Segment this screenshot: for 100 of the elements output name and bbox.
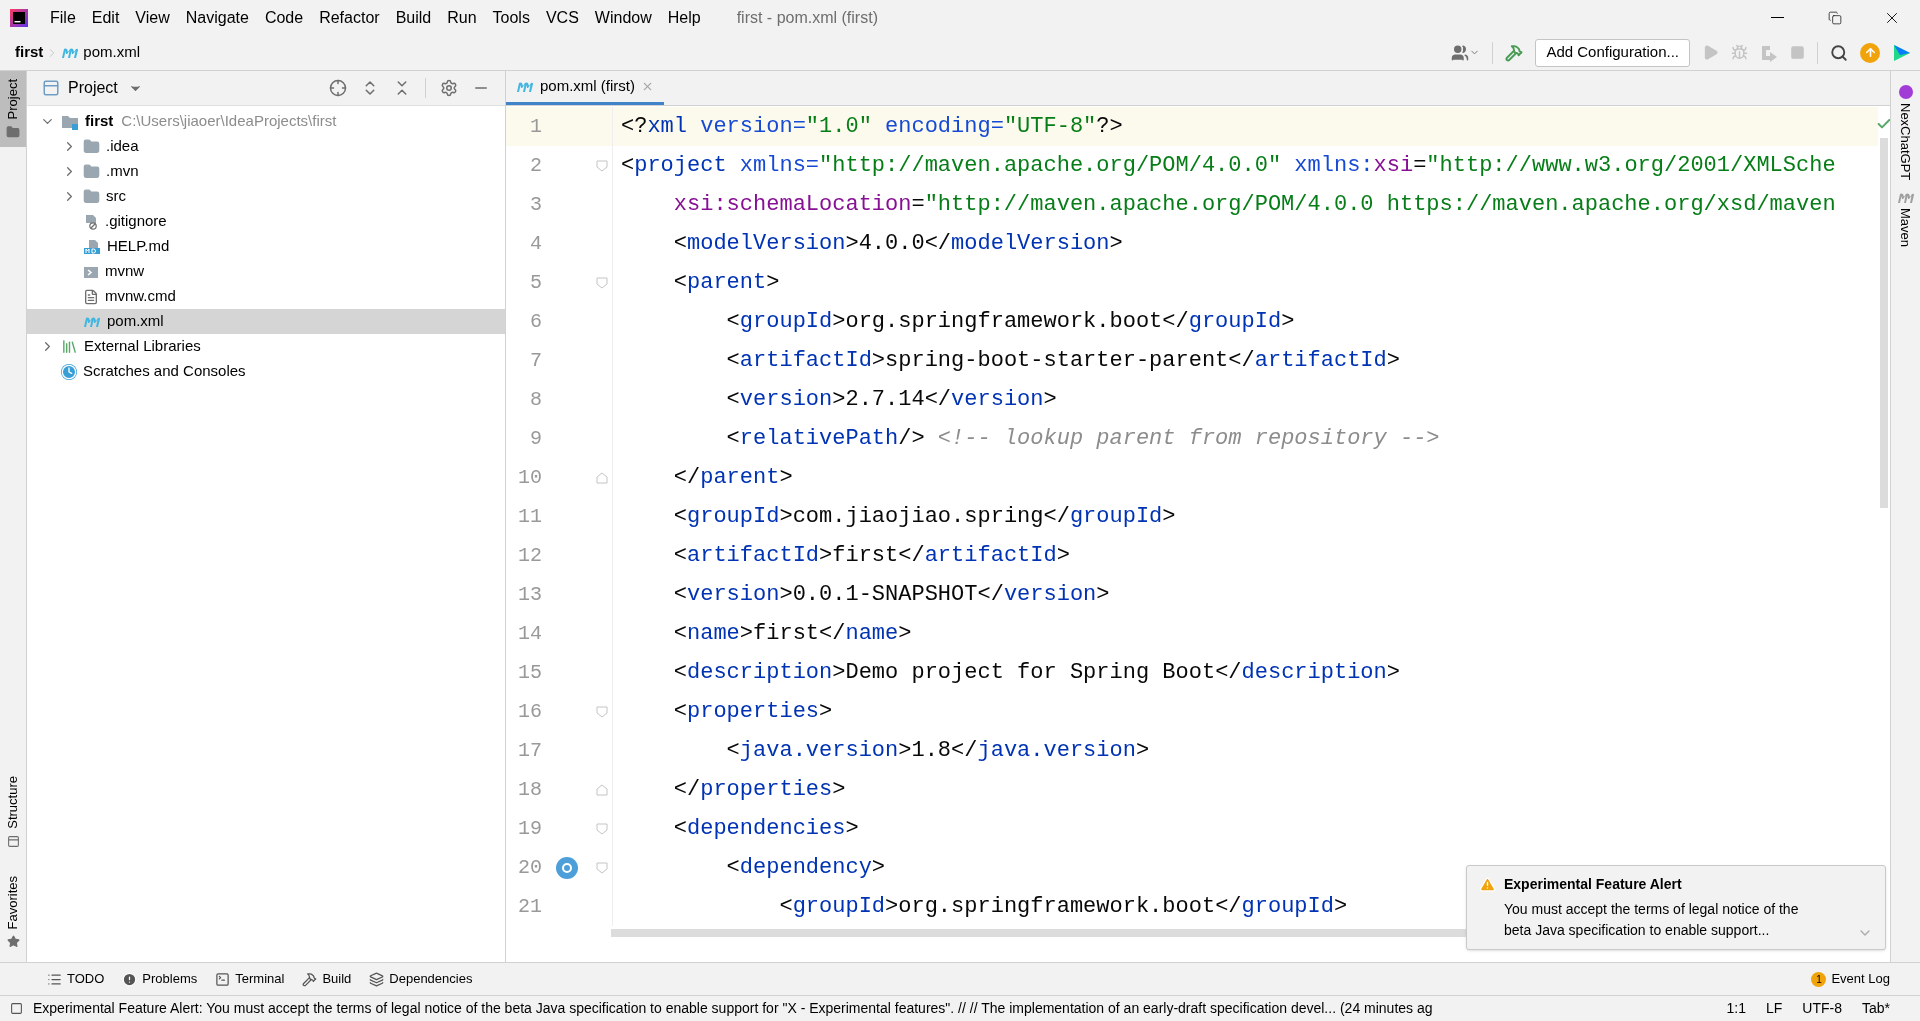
tree-item-label: HELP.md (107, 236, 170, 257)
close-tab-icon[interactable] (641, 80, 654, 93)
line-number: 18 (517, 776, 542, 803)
fold-end-icon[interactable] (596, 471, 608, 484)
project-path: C:\Users\jiaoer\IdeaProjects\first (121, 111, 337, 132)
line-number: 16 (517, 698, 542, 725)
tree-item[interactable]: External Libraries (27, 334, 505, 359)
debug-icon[interactable] (1731, 44, 1748, 61)
tree-item[interactable]: pom.xml (27, 309, 505, 334)
tree-item[interactable]: .gitignore (27, 209, 505, 234)
project-view-icon (42, 79, 60, 97)
menu-item[interactable]: VCS (537, 0, 587, 35)
tree-item-label: .gitignore (105, 211, 167, 232)
warning-icon (1479, 876, 1496, 893)
code-line: <groupId>org.springframework.boot</groupId> (612, 887, 1348, 926)
menu-item[interactable]: Help (659, 0, 709, 35)
menu-item[interactable]: Tools (484, 0, 538, 35)
tool-window-button[interactable]: Dependencies (360, 969, 482, 989)
menu-item[interactable]: View (127, 0, 178, 35)
run-icon[interactable] (1702, 44, 1719, 61)
tool-window-button[interactable]: Problems (113, 969, 207, 989)
line-number: 4 (529, 230, 542, 257)
settings-icon[interactable] (440, 79, 458, 97)
code-line: <dependency> (612, 848, 886, 887)
minimize-icon (1771, 17, 1784, 18)
status-message: Experimental Feature Alert: You must accept the terms of legal notice of the beta Java specification to enable support for "X - Experimental features". // // The implementation of an early-draft specification devel... (24 minutes ag (33, 999, 1433, 1018)
structure-icon (6, 834, 20, 848)
tree-item[interactable]: .mvn (27, 159, 505, 184)
tool-window-tab[interactable]: Maven (1895, 192, 1916, 248)
file-encoding[interactable]: UTF-8 (1802, 998, 1842, 1019)
line-separator[interactable]: LF (1765, 998, 1783, 1019)
tree-item[interactable]: HELP.md (27, 234, 505, 259)
tree-item[interactable]: .idea (27, 134, 505, 159)
fold-start-icon[interactable] (596, 822, 608, 835)
menu-item[interactable]: Window (586, 0, 660, 35)
search-icon[interactable] (1830, 43, 1848, 62)
tool-window-button[interactable]: Build (293, 969, 361, 989)
menu-item[interactable]: Run (439, 0, 485, 35)
line-number: 5 (529, 269, 542, 296)
tool-window-button[interactable]: Terminal (206, 969, 294, 989)
tree-item[interactable]: Scratches and Consoles (27, 359, 505, 384)
tree-item-label: src (106, 186, 126, 207)
vertical-scrollbar[interactable] (1880, 138, 1888, 508)
tree-item[interactable]: src (27, 184, 505, 209)
scratches-icon (61, 363, 77, 380)
folder-icon (83, 138, 100, 155)
menu-item[interactable]: Build (387, 0, 440, 35)
code-line: </properties> (612, 770, 846, 809)
locate-icon[interactable] (329, 79, 347, 97)
plugin-logo-icon[interactable] (1892, 42, 1912, 63)
line-number: 2 (529, 152, 542, 179)
code-line: <?xml version="1.0" encoding="UTF-8"?> (612, 107, 1123, 146)
tool-window-tab[interactable]: Structure (0, 771, 26, 852)
hammer-icon (302, 971, 318, 987)
fold-start-icon[interactable] (596, 159, 608, 172)
tool-window-button[interactable]: TODO (38, 969, 114, 989)
coverage-icon[interactable] (1760, 43, 1778, 62)
build-hammer-icon[interactable] (1505, 43, 1524, 62)
run-configuration-button[interactable]: Add Configuration... (1535, 38, 1690, 67)
user-dropdown-icon[interactable] (1451, 43, 1481, 62)
event-log-button[interactable]: 1 Event Log (1811, 969, 1890, 989)
menu-item[interactable]: Refactor (311, 0, 388, 35)
notification-title: Experimental Feature Alert (1504, 875, 1682, 894)
tree-item[interactable]: mvnw (27, 259, 505, 284)
menu-item[interactable]: Navigate (177, 0, 257, 35)
breadcrumb[interactable]: first (15, 41, 44, 64)
stop-icon[interactable] (1790, 45, 1805, 60)
menu-item[interactable]: Code (256, 0, 312, 35)
tool-window-tab[interactable]: Project (0, 71, 26, 148)
fold-start-icon[interactable] (596, 861, 608, 874)
tool-window-tab[interactable]: Favorites (0, 871, 26, 952)
code-line: <version>0.0.1-SNAPSHOT</version> (612, 575, 1110, 614)
fold-start-icon[interactable] (596, 705, 608, 718)
indent-setting[interactable]: Tab* (1861, 998, 1890, 1019)
maven-icon (1896, 192, 1915, 205)
menu-item[interactable]: File (42, 0, 84, 35)
panel-title[interactable]: Project (68, 76, 118, 100)
libraries-icon (61, 338, 78, 355)
tool-window-tab[interactable]: NexChatGPT (1895, 85, 1916, 181)
line-number: 20 (517, 854, 542, 881)
menu-item[interactable]: Edit (83, 0, 128, 35)
tree-item-label: .idea (106, 136, 139, 157)
line-number: 1 (529, 113, 542, 140)
override-marker-icon[interactable] (556, 856, 578, 879)
line-number: 7 (529, 347, 542, 374)
line-number: 11 (517, 503, 542, 530)
tree-item[interactable]: first C:\Users\jiaoer\IdeaProjects\first (27, 109, 505, 134)
code-line: <modelVersion>4.0.0</modelVersion> (612, 224, 1123, 263)
status-toggle-icon[interactable] (10, 1002, 23, 1015)
line-number: 9 (529, 425, 542, 452)
caret-position[interactable]: 1:1 (1726, 998, 1746, 1019)
tree-item[interactable]: mvnw.cmd (27, 284, 505, 309)
update-icon[interactable] (1860, 42, 1880, 63)
markdown-file-icon (83, 238, 101, 255)
line-number: 15 (517, 659, 542, 686)
code-line: <parent> (612, 263, 780, 302)
fold-start-icon[interactable] (596, 276, 608, 289)
breadcrumb[interactable]: pom.xml (83, 41, 141, 64)
list-icon (47, 971, 62, 987)
fold-end-icon[interactable] (596, 783, 608, 796)
